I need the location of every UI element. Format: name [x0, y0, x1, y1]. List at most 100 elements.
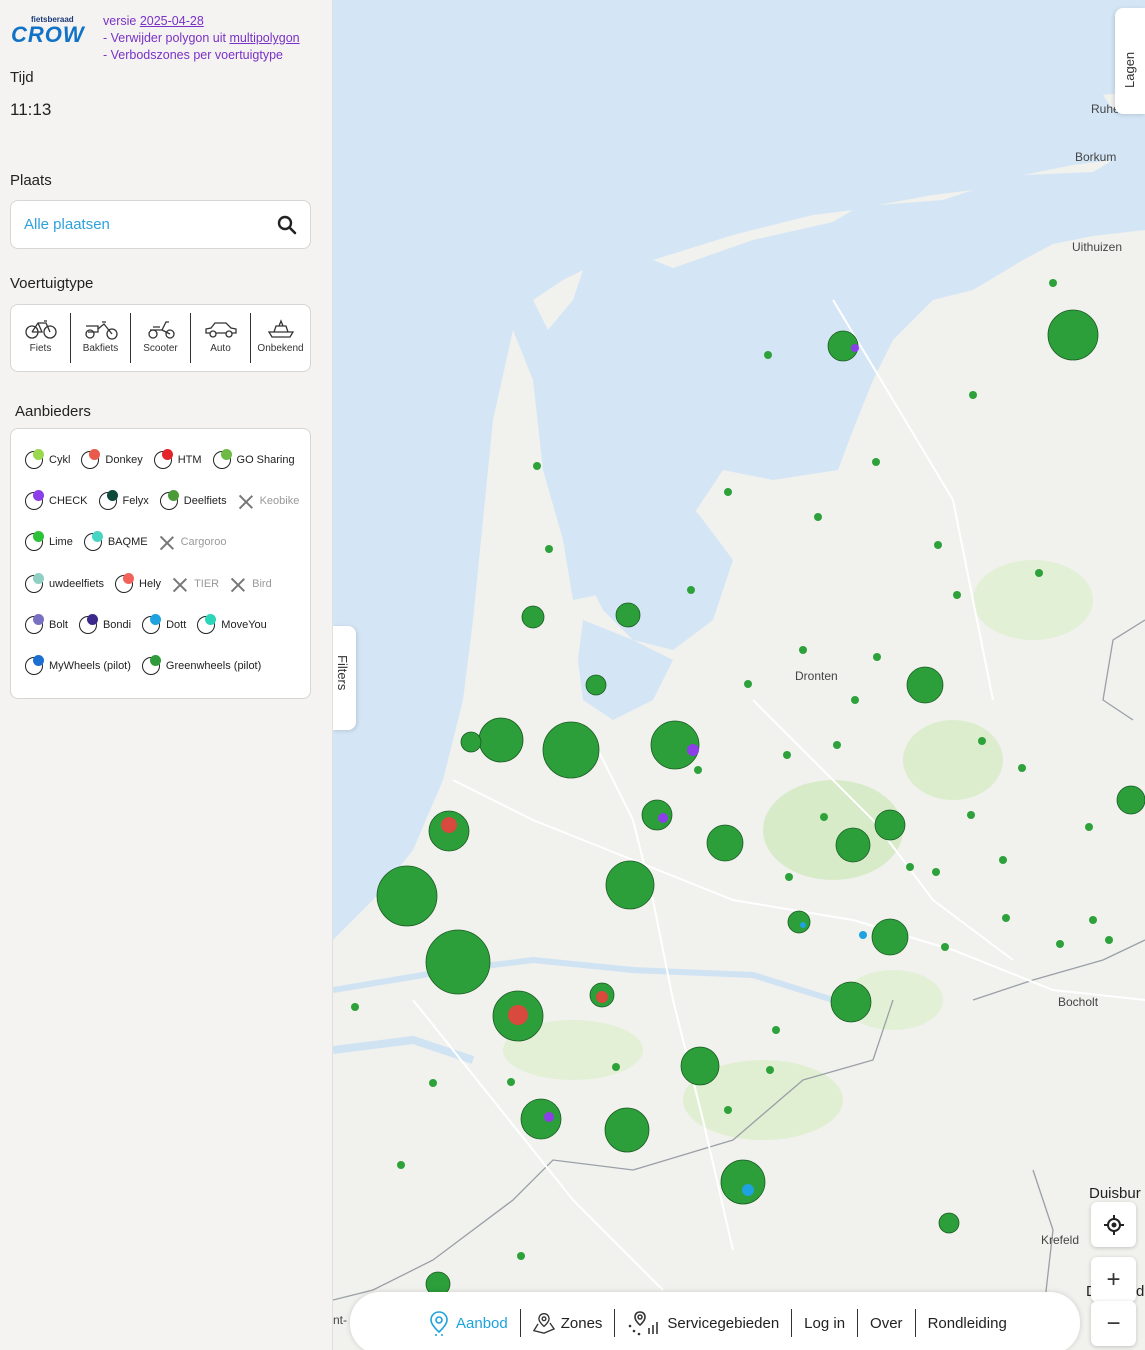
- provider-marker-icon: [141, 655, 161, 675]
- place-label-bocholt: Bocholt: [1058, 995, 1099, 1009]
- provider-label: Keobike: [259, 495, 300, 507]
- nav-label: Rondleiding: [927, 1314, 1007, 1332]
- layers-tab[interactable]: Lagen: [1115, 8, 1145, 114]
- provider-tier[interactable]: TIER: [172, 576, 219, 592]
- cargo-bike-icon: [84, 321, 118, 340]
- provider-marker-icon: [212, 449, 232, 469]
- provider-label: Hely: [139, 578, 162, 590]
- place-search-input[interactable]: Alle plaatsen: [10, 200, 311, 249]
- nav-login[interactable]: Log in: [792, 1309, 859, 1337]
- provider-felyx[interactable]: Felyx: [98, 490, 149, 510]
- disabled-x-icon: [159, 534, 175, 550]
- provider-cargoroo[interactable]: Cargoroo: [159, 534, 227, 550]
- provider-marker-icon: [115, 573, 135, 593]
- provider-mywheels[interactable]: MyWheels (pilot): [25, 655, 131, 675]
- place-label-dronten: Dronten: [795, 669, 838, 683]
- provider-label: Bird: [252, 578, 272, 590]
- nav-rondleiding[interactable]: Rondleiding: [916, 1309, 1019, 1337]
- provider-marker-icon: [81, 449, 101, 469]
- provider-hely[interactable]: Hely: [115, 573, 162, 593]
- provider-marker-icon: [25, 449, 44, 469]
- crosshair-icon: [1103, 1214, 1124, 1235]
- vehicle-type-fiets[interactable]: Fiets: [11, 313, 71, 363]
- vehicle-markers-layer: [351, 279, 1145, 1297]
- provider-label: TIER: [194, 578, 220, 590]
- provider-dott[interactable]: Dott: [142, 614, 186, 634]
- version-link[interactable]: 2025-04-28: [140, 14, 204, 28]
- place-label-truncated-d: d: [1136, 1283, 1145, 1300]
- nav-aanbod[interactable]: Aanbod: [416, 1309, 521, 1337]
- provider-go-sharing[interactable]: GO Sharing: [212, 449, 295, 469]
- place-label-borkum: Borkum: [1075, 150, 1117, 164]
- place-label-krefeld: Krefeld: [1041, 1233, 1080, 1247]
- scooter-icon: [147, 321, 175, 339]
- provider-marker-icon: [153, 449, 173, 469]
- version-prefix: versie: [103, 14, 140, 28]
- layers-tab-label: Lagen: [1122, 51, 1137, 88]
- nav-label: Zones: [560, 1314, 603, 1332]
- nav-label: Aanbod: [456, 1314, 508, 1332]
- provider-marker-icon: [25, 614, 44, 634]
- provider-bondi[interactable]: Bondi: [78, 614, 131, 634]
- provider-moveyou[interactable]: MoveYou: [197, 614, 267, 634]
- time-value[interactable]: 11:13: [10, 100, 51, 120]
- provider-baqme[interactable]: BAQME: [83, 531, 148, 551]
- provider-label: CHECK: [49, 495, 88, 507]
- vehicle-type-label-onbekend: Onbekend: [257, 343, 304, 354]
- provider-label: BAQME: [107, 536, 148, 548]
- provider-cykl[interactable]: Cykl: [25, 449, 70, 469]
- vehicle-type-scooter[interactable]: Scooter: [131, 313, 191, 363]
- nav-zones[interactable]: Zones: [521, 1309, 616, 1337]
- provider-label: HTM: [177, 454, 202, 466]
- provider-marker-icon: [25, 573, 44, 593]
- provider-marker-icon: [98, 490, 118, 510]
- provider-htm[interactable]: HTM: [153, 449, 202, 469]
- provider-label: GO Sharing: [236, 454, 295, 466]
- provider-keobike[interactable]: Keobike: [238, 493, 300, 509]
- sidebar: fietsberaad CROW versie 2025-04-28 - Ver…: [0, 0, 333, 1350]
- provider-label: uwdeelfiets: [49, 578, 105, 590]
- provider-uwdeelfiets[interactable]: uwdeelfiets: [25, 573, 105, 593]
- multipolygon-link[interactable]: multipolygon: [229, 31, 299, 45]
- locate-me-button[interactable]: [1091, 1202, 1136, 1247]
- provider-bolt[interactable]: Bolt: [25, 614, 68, 634]
- vehicle-type-label: Voertuigtype: [10, 275, 94, 292]
- service-area-icon: [629, 1311, 659, 1336]
- provider-marker-icon: [197, 614, 217, 634]
- zoom-in-button[interactable]: +: [1091, 1257, 1136, 1302]
- zone-pin-icon: [532, 1313, 555, 1334]
- provider-deelfiets[interactable]: Deelfiets: [159, 490, 227, 510]
- vehicle-type-onbekend[interactable]: Onbekend: [251, 313, 310, 363]
- provider-label: Felyx: [122, 495, 149, 507]
- map-canvas[interactable]: Ruhezone Borkum Uithuizen Dronten Bochol…: [333, 0, 1145, 1350]
- providers-panel: Cykl Donkey HTM GO Sharing CHECK Felyx D…: [10, 428, 311, 699]
- provider-marker-icon: [83, 531, 103, 551]
- vehicle-type-auto[interactable]: Auto: [191, 313, 251, 363]
- provider-lime[interactable]: Lime: [25, 531, 73, 551]
- filters-tab[interactable]: Filters: [333, 626, 356, 730]
- vehicle-type-bakfiets[interactable]: Bakfiets: [71, 313, 131, 363]
- nav-label: Servicegebieden: [667, 1314, 780, 1332]
- search-icon[interactable]: [277, 215, 297, 235]
- crow-logo[interactable]: fietsberaad CROW: [11, 15, 95, 47]
- vehicle-type-label-scooter: Scooter: [143, 343, 178, 354]
- nav-label: Over: [870, 1314, 903, 1332]
- provider-check[interactable]: CHECK: [25, 490, 88, 510]
- provider-marker-icon: [25, 490, 44, 510]
- provider-donkey[interactable]: Donkey: [81, 449, 143, 469]
- disabled-x-icon: [172, 576, 188, 592]
- provider-marker-icon: [25, 531, 44, 551]
- filters-tab-label: Filters: [335, 655, 350, 691]
- nav-label: Log in: [804, 1314, 846, 1332]
- provider-marker-icon: [78, 614, 98, 634]
- changelog-item: - Verbodszones per voertuigtype: [103, 48, 283, 62]
- bottom-navigation: Aanbod Zones Servicegebieden Log in Over…: [350, 1292, 1080, 1350]
- bicycle-icon: [24, 320, 57, 339]
- provider-greenwheels[interactable]: Greenwheels (pilot): [141, 655, 261, 675]
- zoom-out-button[interactable]: −: [1091, 1301, 1136, 1346]
- nav-over[interactable]: Over: [858, 1309, 916, 1337]
- nav-servicegebieden[interactable]: Servicegebieden: [615, 1309, 793, 1337]
- changelog-item: - Verwijder polygon uit: [103, 31, 230, 45]
- provider-bird[interactable]: Bird: [230, 576, 272, 592]
- provider-label: Lime: [49, 536, 73, 548]
